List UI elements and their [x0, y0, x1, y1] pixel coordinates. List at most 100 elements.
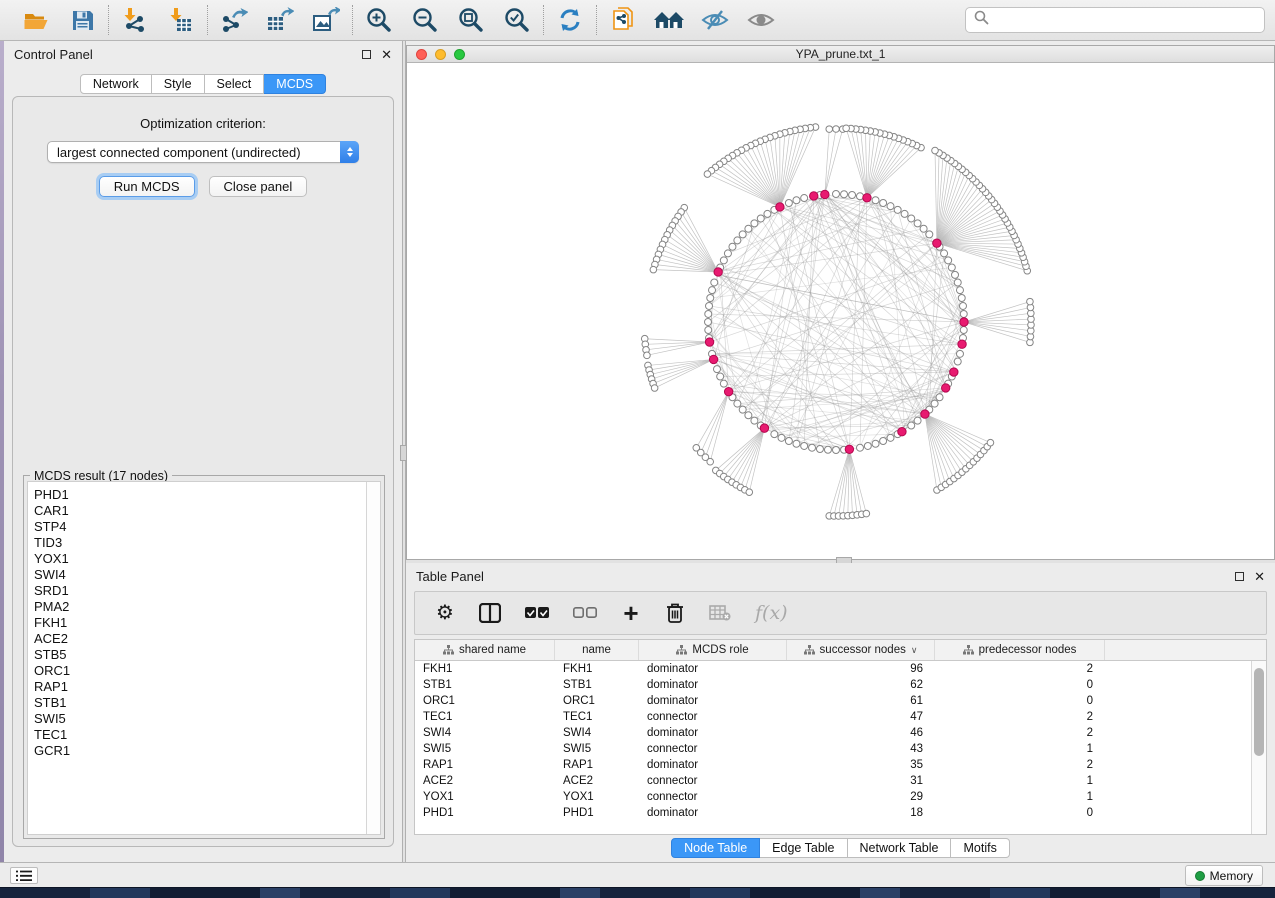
- mcds-hub-node[interactable]: [960, 318, 968, 326]
- save-session-button[interactable]: [68, 6, 96, 34]
- column-header-mcds-role[interactable]: MCDS role: [639, 640, 787, 660]
- import-network-button[interactable]: [121, 6, 149, 34]
- mcds-hub-node[interactable]: [760, 424, 768, 432]
- mcds-hub-node[interactable]: [950, 368, 958, 376]
- mcds-result-item[interactable]: GCR1: [34, 743, 366, 759]
- mcds-hub-node[interactable]: [863, 194, 871, 202]
- close-panel-icon[interactable]: ✕: [381, 48, 392, 61]
- mcds-hub-node[interactable]: [776, 203, 784, 211]
- mcds-hub-node[interactable]: [724, 388, 732, 396]
- tab-select[interactable]: Select: [205, 74, 265, 94]
- mcds-result-item[interactable]: ORC1: [34, 663, 366, 679]
- table-row[interactable]: SWI4SWI4dominator462: [415, 725, 1251, 741]
- delete-column-button[interactable]: [665, 601, 685, 625]
- table-settings-button[interactable]: ⚙: [435, 601, 455, 625]
- mcds-result-item[interactable]: RAP1: [34, 679, 366, 695]
- mcds-hub-node[interactable]: [845, 445, 853, 453]
- mcds-result-item[interactable]: ACE2: [34, 631, 366, 647]
- table-row[interactable]: PHD1PHD1dominator180: [415, 805, 1251, 821]
- table-row[interactable]: SWI5SWI5connector431: [415, 741, 1251, 757]
- table-row[interactable]: YOX1YOX1connector291: [415, 789, 1251, 805]
- mcds-hub-node[interactable]: [714, 268, 722, 276]
- mcds-result-item[interactable]: TEC1: [34, 727, 366, 743]
- close-window-icon[interactable]: [416, 49, 427, 60]
- mcds-hub-node[interactable]: [705, 338, 713, 346]
- zoom-selected-button[interactable]: [503, 6, 531, 34]
- mcds-hub-node[interactable]: [821, 190, 829, 198]
- mcds-hub-node[interactable]: [709, 355, 717, 363]
- column-type-icon: [963, 645, 974, 655]
- mcds-result-item[interactable]: PHD1: [34, 487, 366, 503]
- add-column-button[interactable]: +: [621, 601, 641, 625]
- import-table-button[interactable]: [167, 6, 195, 34]
- tab-style[interactable]: Style: [152, 74, 205, 94]
- float-table-panel-icon[interactable]: [1235, 572, 1244, 581]
- mcds-result-item[interactable]: YOX1: [34, 551, 366, 567]
- zoom-out-button[interactable]: [411, 6, 439, 34]
- mcds-hub-node[interactable]: [942, 384, 950, 392]
- table-row[interactable]: ACE2ACE2connector311: [415, 773, 1251, 789]
- mcds-hub-node[interactable]: [958, 340, 966, 348]
- show-graphics-button[interactable]: [747, 6, 775, 34]
- tab-node-table[interactable]: Node Table: [671, 838, 760, 858]
- mcds-result-item[interactable]: STP4: [34, 519, 366, 535]
- mcds-result-item[interactable]: CAR1: [34, 503, 366, 519]
- zoom-in-button[interactable]: [365, 6, 393, 34]
- memory-button[interactable]: Memory: [1185, 865, 1263, 886]
- mcds-result-item[interactable]: TID3: [34, 535, 366, 551]
- table-row[interactable]: TEC1TEC1connector472: [415, 709, 1251, 725]
- mcds-hub-node[interactable]: [898, 428, 906, 436]
- table-row[interactable]: RAP1RAP1dominator352: [415, 757, 1251, 773]
- column-header-shared-name[interactable]: shared name: [415, 640, 555, 660]
- select-all-button[interactable]: [525, 601, 549, 625]
- mcds-result-item[interactable]: FKH1: [34, 615, 366, 631]
- tab-mcds[interactable]: MCDS: [264, 74, 326, 94]
- table-row[interactable]: FKH1FKH1dominator962: [415, 661, 1251, 677]
- search-input[interactable]: [995, 13, 1256, 27]
- mcds-hub-node[interactable]: [933, 239, 941, 247]
- run-mcds-button[interactable]: Run MCDS: [99, 176, 195, 197]
- zoom-fit-button[interactable]: [457, 6, 485, 34]
- export-image-button[interactable]: [312, 6, 340, 34]
- export-network-button[interactable]: [220, 6, 248, 34]
- table-row[interactable]: ORC1ORC1dominator610: [415, 693, 1251, 709]
- mcds-hub-node[interactable]: [810, 192, 818, 200]
- export-table-button[interactable]: [266, 6, 294, 34]
- open-file-button[interactable]: [22, 6, 50, 34]
- task-history-button[interactable]: [10, 867, 38, 884]
- search-field[interactable]: [965, 7, 1265, 33]
- mcds-result-item[interactable]: SWI4: [34, 567, 366, 583]
- tab-network[interactable]: Network: [80, 74, 152, 94]
- column-header-name[interactable]: name: [555, 640, 639, 660]
- tab-motifs[interactable]: Motifs: [951, 838, 1009, 858]
- deselect-all-button[interactable]: [573, 601, 597, 625]
- show-columns-button[interactable]: [479, 601, 501, 625]
- table-cell: dominator: [639, 693, 787, 709]
- column-header-predecessor-nodes[interactable]: predecessor nodes: [935, 640, 1105, 660]
- maximize-window-icon[interactable]: [454, 49, 465, 60]
- hide-graphics-button[interactable]: [701, 6, 729, 34]
- column-header-successor-nodes[interactable]: successor nodes ∨: [787, 640, 935, 660]
- mcds-result-item[interactable]: PMA2: [34, 599, 366, 615]
- home-view-button[interactable]: [655, 6, 683, 34]
- network-canvas[interactable]: [407, 63, 1274, 559]
- tab-edge-table[interactable]: Edge Table: [760, 838, 847, 858]
- minimize-window-icon[interactable]: [435, 49, 446, 60]
- mcds-result-item[interactable]: SRD1: [34, 583, 366, 599]
- refresh-button[interactable]: [556, 6, 584, 34]
- network-graph[interactable]: [407, 63, 1274, 559]
- mcds-list-scrollbar[interactable]: [366, 482, 380, 834]
- close-panel-button[interactable]: Close panel: [209, 176, 308, 197]
- mcds-result-item[interactable]: SWI5: [34, 711, 366, 727]
- table-scrollbar-thumb[interactable]: [1254, 668, 1264, 756]
- table-row[interactable]: STB1STB1dominator620: [415, 677, 1251, 693]
- table-scrollbar[interactable]: [1251, 661, 1266, 834]
- tab-network-table[interactable]: Network Table: [848, 838, 952, 858]
- mcds-result-item[interactable]: STB5: [34, 647, 366, 663]
- mcds-hub-node[interactable]: [921, 410, 929, 418]
- clone-network-button[interactable]: [609, 6, 637, 34]
- criterion-dropdown[interactable]: largest connected component (undirected): [47, 141, 359, 163]
- close-table-panel-icon[interactable]: ✕: [1254, 570, 1265, 583]
- mcds-result-item[interactable]: STB1: [34, 695, 366, 711]
- float-panel-icon[interactable]: [362, 50, 371, 59]
